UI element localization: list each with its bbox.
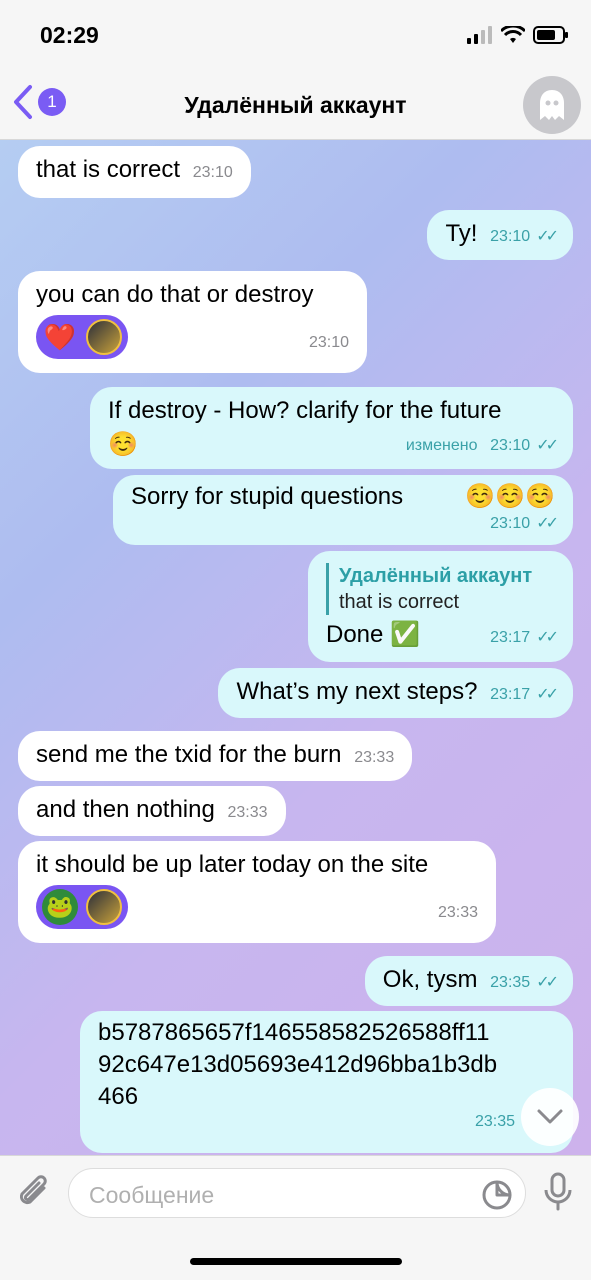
signal-icon <box>467 26 492 44</box>
message-time: 23:35 <box>490 974 531 991</box>
paperclip-icon <box>19 1175 47 1205</box>
reactor-avatar <box>86 319 122 355</box>
read-check-icon: ✓✓ <box>536 974 559 991</box>
voice-message-button[interactable] <box>543 1172 573 1217</box>
message-list[interactable]: that is correct 23:10 Ty! 23:10 ✓✓ you ca… <box>0 140 591 1155</box>
message-text: Ty! <box>445 220 478 247</box>
attach-button[interactable] <box>16 1172 52 1217</box>
wifi-icon <box>501 26 525 43</box>
message-outgoing[interactable]: b5787865657f146558582526588ff11 92c647e1… <box>80 1011 573 1153</box>
message-text: If destroy - How? clarify for the future <box>108 397 502 424</box>
message-text: you can do that or destroy <box>36 281 314 308</box>
ghost-icon <box>540 90 564 120</box>
message-text: What’s my next steps? <box>236 678 478 705</box>
message-outgoing[interactable]: Удалённый аккаунт that is correct Done ✅… <box>308 551 573 662</box>
message-time: 23:10 <box>490 437 531 454</box>
message-time: 23:17 <box>490 629 531 646</box>
message-input[interactable]: Сообщение <box>68 1168 526 1218</box>
read-check-icon: ✓✓ <box>536 228 559 245</box>
message-text: Done <box>326 621 384 648</box>
chevron-down-icon <box>537 1109 563 1124</box>
read-check-icon: ✓✓ <box>536 437 559 454</box>
scroll-down-button[interactable] <box>521 1088 579 1146</box>
sticker-button[interactable] <box>481 1179 513 1216</box>
battery-icon <box>533 26 568 44</box>
message-time: 23:17 <box>490 686 531 703</box>
message-time: 23:10 <box>490 515 531 532</box>
read-check-icon: ✓✓ <box>536 515 559 532</box>
txid-line-1: b5787865657f146558582526588ff11 <box>98 1019 490 1046</box>
smile-emoji: ☺️ <box>108 430 138 458</box>
message-incoming[interactable]: send me the txid for the burn 23:33 <box>18 731 413 781</box>
reactions[interactable]: 🐸 <box>36 885 128 929</box>
message-text: Ok, tysm <box>382 966 478 993</box>
message-text: Sorry for stupid questions <box>131 483 404 510</box>
message-time: 23:33 <box>354 749 395 766</box>
microphone-icon <box>544 1172 572 1211</box>
message-time: 23:10 <box>192 164 233 181</box>
message-incoming[interactable]: and then nothing 23:33 <box>18 786 286 836</box>
message-time: 23:35 <box>474 1113 515 1130</box>
message-incoming[interactable]: you can do that or destroy ❤️ 23:10 <box>18 271 367 373</box>
reply-quote[interactable]: Удалённый аккаунт that is correct <box>326 563 555 615</box>
reply-author: Удалённый аккаунт <box>339 565 533 587</box>
message-time: 23:33 <box>437 904 478 921</box>
message-outgoing[interactable]: Sorry for stupid questions ☺️☺️☺️ 23:10 ✓… <box>113 475 573 545</box>
read-check-icon: ✓✓ <box>536 629 559 646</box>
status-bar: 02:29 <box>0 0 591 70</box>
message-text: it should be up later today on the site <box>36 851 429 878</box>
txid-line-2: 92c647e13d05693e412d96bba1b3db <box>98 1051 498 1078</box>
sticker-icon <box>482 1180 512 1210</box>
reactions[interactable]: ❤️ <box>36 315 128 359</box>
message-outgoing[interactable]: Ty! 23:10 ✓✓ <box>427 210 573 260</box>
read-check-icon: ✓✓ <box>536 686 559 703</box>
message-time: 23:10 <box>490 228 531 245</box>
message-text: and then nothing <box>36 796 215 823</box>
message-input-placeholder: Сообщение <box>89 1182 215 1208</box>
message-outgoing[interactable]: Ok, tysm 23:35 ✓✓ <box>364 956 573 1006</box>
message-text: that is correct <box>36 156 181 183</box>
message-outgoing[interactable]: What’s my next steps? 23:17 ✓✓ <box>218 668 573 718</box>
chat-title[interactable]: Удалённый аккаунт <box>0 92 591 119</box>
frog-reaction-icon: 🐸 <box>42 889 78 925</box>
message-outgoing[interactable]: If destroy - How? clarify for the future… <box>90 387 573 469</box>
home-indicator <box>190 1258 402 1265</box>
status-time: 02:29 <box>40 22 99 48</box>
message-time: 23:10 <box>308 334 349 351</box>
heart-reaction-icon: ❤️ <box>43 322 77 352</box>
chat-header: 1 Удалённый аккаунт <box>0 70 591 140</box>
status-icons <box>467 26 569 44</box>
message-incoming[interactable]: that is correct 23:10 <box>18 146 251 198</box>
message-incoming[interactable]: it should be up later today on the site … <box>18 841 496 943</box>
edited-label: изменено <box>405 437 478 454</box>
reply-text: that is correct <box>339 591 460 613</box>
reactor-avatar <box>86 889 122 925</box>
check-emoji: ✅ <box>390 621 420 648</box>
avatar[interactable] <box>523 76 581 134</box>
message-time: 23:33 <box>227 804 268 821</box>
message-text: send me the txid for the burn <box>36 741 342 768</box>
